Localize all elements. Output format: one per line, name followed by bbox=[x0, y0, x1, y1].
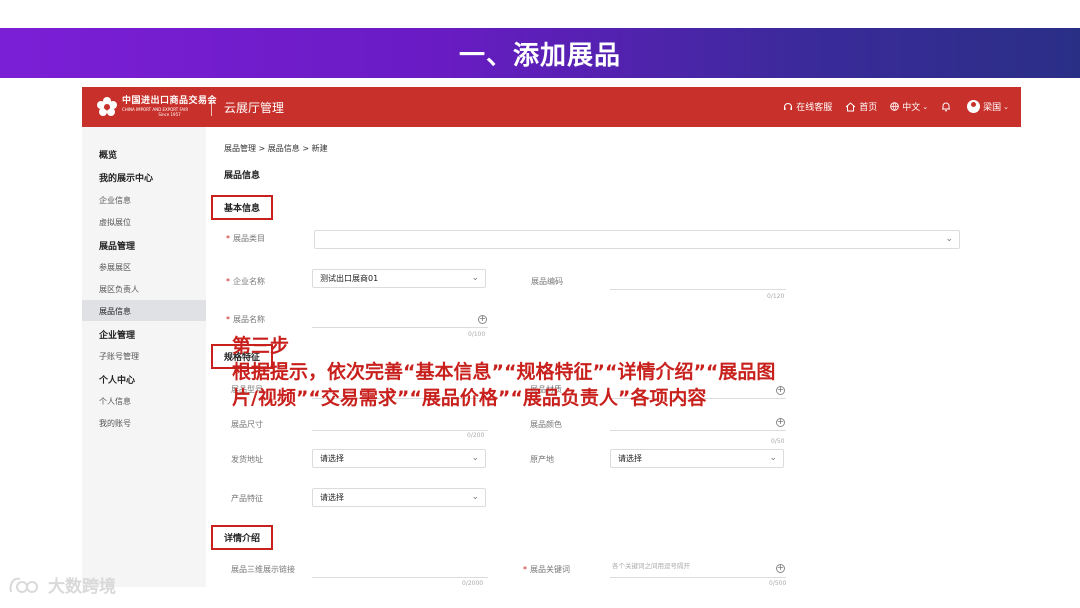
company-select[interactable]: 测试出口展商01 ⌄ bbox=[312, 269, 486, 288]
watermark-logo-icon bbox=[9, 577, 39, 593]
watermark-text: 大数跨境 bbox=[48, 577, 116, 597]
headset-icon bbox=[784, 102, 793, 110]
keywords-counter: 0/500 bbox=[769, 580, 787, 587]
size-label: 展品尺寸 bbox=[231, 420, 263, 429]
name-input[interactable] bbox=[312, 327, 488, 328]
language-dropdown[interactable]: 中文 ⌄ bbox=[890, 100, 928, 113]
add-icon[interactable]: + bbox=[478, 315, 487, 324]
company-label: * 企业名称 bbox=[226, 277, 265, 286]
sidebar-item-personal-info[interactable]: 个人信息 bbox=[99, 396, 131, 407]
keywords-underline bbox=[610, 577, 786, 578]
logo-since-text: Since 1957 bbox=[158, 112, 181, 117]
step-instruction-line2: 片/视频”“交易需求”“展品价格”“展品负责人”各项内容 bbox=[232, 387, 707, 409]
globe-icon bbox=[890, 102, 900, 111]
sidebar-item-area-manager[interactable]: 展区负责人 bbox=[99, 284, 139, 295]
breadcrumb: 展品管理 > 展品信息 > 新建 bbox=[224, 144, 328, 153]
sidebar: 概览 我的展示中心 企业信息 虚拟展位 展品管理 参展展区 展区负责人 展品信息… bbox=[82, 127, 206, 587]
app-title: 云展厅管理 bbox=[224, 101, 285, 115]
online-service-link[interactable]: 在线客服 bbox=[783, 100, 832, 113]
home-icon bbox=[845, 101, 856, 111]
sidebar-item-personal-center[interactable]: 个人中心 bbox=[99, 373, 135, 386]
name-label: * 展品名称 bbox=[226, 315, 265, 324]
sidebar-item-exhibit-area[interactable]: 参展展区 bbox=[99, 262, 131, 273]
keywords-label: * 展品关键词 bbox=[523, 565, 570, 574]
origin-label: 原产地 bbox=[530, 455, 554, 464]
chevron-down-icon: ⌄ bbox=[471, 273, 479, 283]
color-input[interactable] bbox=[610, 430, 786, 431]
color-counter: 0/50 bbox=[771, 438, 785, 445]
section-detail: 详情介绍 bbox=[211, 525, 273, 550]
chevron-down-icon: ⌄ bbox=[471, 453, 479, 463]
online-service-label: 在线客服 bbox=[796, 103, 833, 113]
sidebar-item-subaccount[interactable]: 子账号管理 bbox=[99, 351, 139, 362]
code-label: 展品编码 bbox=[531, 277, 563, 286]
3d-link-input[interactable] bbox=[312, 577, 488, 578]
canton-fair-logo[interactable]: 中国进出口商品交易会 CHINA IMPORT AND EXPORT FAIR … bbox=[96, 96, 217, 118]
page-title: 展品信息 bbox=[224, 171, 261, 181]
add-icon[interactable]: + bbox=[776, 418, 785, 427]
sidebar-item-exhibit-info[interactable]: 展品信息 bbox=[99, 306, 131, 317]
3d-link-counter: 0/2000 bbox=[462, 580, 484, 587]
language-label: 中文 bbox=[902, 103, 921, 113]
watermark: 大数跨境 bbox=[8, 572, 116, 597]
header-divider bbox=[211, 99, 212, 116]
user-name: 梁国 bbox=[983, 103, 1002, 113]
chevron-down-icon: ⌄ bbox=[945, 234, 953, 244]
code-counter: 0/120 bbox=[767, 293, 785, 300]
ship-address-select[interactable]: 请选择 ⌄ bbox=[312, 449, 486, 468]
add-icon[interactable]: + bbox=[776, 564, 785, 573]
sidebar-item-my-center[interactable]: 我的展示中心 bbox=[99, 171, 153, 184]
bell-icon bbox=[942, 102, 951, 112]
top-bar: 中国进出口商品交易会 CHINA IMPORT AND EXPORT FAIR … bbox=[82, 87, 1021, 127]
home-label: 首页 bbox=[859, 103, 878, 113]
sidebar-item-company-mgmt[interactable]: 企业管理 bbox=[99, 328, 135, 341]
category-label: * 展品类目 bbox=[226, 234, 265, 243]
sidebar-item-exhibit-mgmt[interactable]: 展品管理 bbox=[99, 239, 135, 252]
step-instruction-line1: 根据提示，依次完善“基本信息”“规格特征”“详情介绍”“展品图 bbox=[232, 361, 776, 383]
step-title: 第三步 bbox=[232, 335, 290, 357]
sidebar-item-virtual-booth[interactable]: 虚拟展位 bbox=[99, 217, 131, 228]
user-menu[interactable]: 梁国 ⌄ bbox=[967, 100, 1009, 113]
sidebar-item-company-info[interactable]: 企业信息 bbox=[99, 195, 131, 206]
step-annotation: 第三步 根据提示，依次完善“基本信息”“规格特征”“详情介绍”“展品图 片/视频… bbox=[232, 333, 1032, 411]
code-input[interactable] bbox=[610, 289, 786, 290]
keywords-input[interactable]: 各个关键词之间用逗号隔开 bbox=[612, 560, 690, 570]
chevron-down-icon: ⌄ bbox=[471, 492, 479, 502]
chevron-down-icon: ⌄ bbox=[769, 453, 777, 463]
origin-select[interactable]: 请选择 ⌄ bbox=[610, 449, 784, 468]
size-input[interactable] bbox=[312, 430, 488, 431]
category-select[interactable]: ⌄ bbox=[314, 230, 960, 249]
color-label: 展品颜色 bbox=[530, 420, 562, 429]
feature-label: 产品特征 bbox=[231, 494, 263, 503]
3d-link-label: 展品三维展示链接 bbox=[231, 565, 295, 574]
sidebar-item-overview[interactable]: 概览 bbox=[99, 148, 117, 161]
feature-select[interactable]: 请选择 ⌄ bbox=[312, 488, 486, 507]
avatar bbox=[967, 100, 981, 113]
chevron-down-icon: ⌄ bbox=[1003, 102, 1009, 111]
size-counter: 0/200 bbox=[467, 432, 485, 439]
section-basic-info: 基本信息 bbox=[211, 195, 273, 220]
flower-logo-icon bbox=[96, 96, 118, 118]
home-link[interactable]: 首页 bbox=[845, 100, 877, 113]
logo-chinese-text: 中国进出口商品交易会 bbox=[122, 96, 218, 106]
sidebar-item-my-account[interactable]: 我的账号 bbox=[99, 418, 131, 429]
slide-banner-title: 一、添加展品 bbox=[0, 28, 1080, 78]
notification-button[interactable] bbox=[941, 101, 954, 112]
ship-address-label: 发货地址 bbox=[231, 455, 263, 464]
chevron-down-icon: ⌄ bbox=[922, 102, 929, 111]
